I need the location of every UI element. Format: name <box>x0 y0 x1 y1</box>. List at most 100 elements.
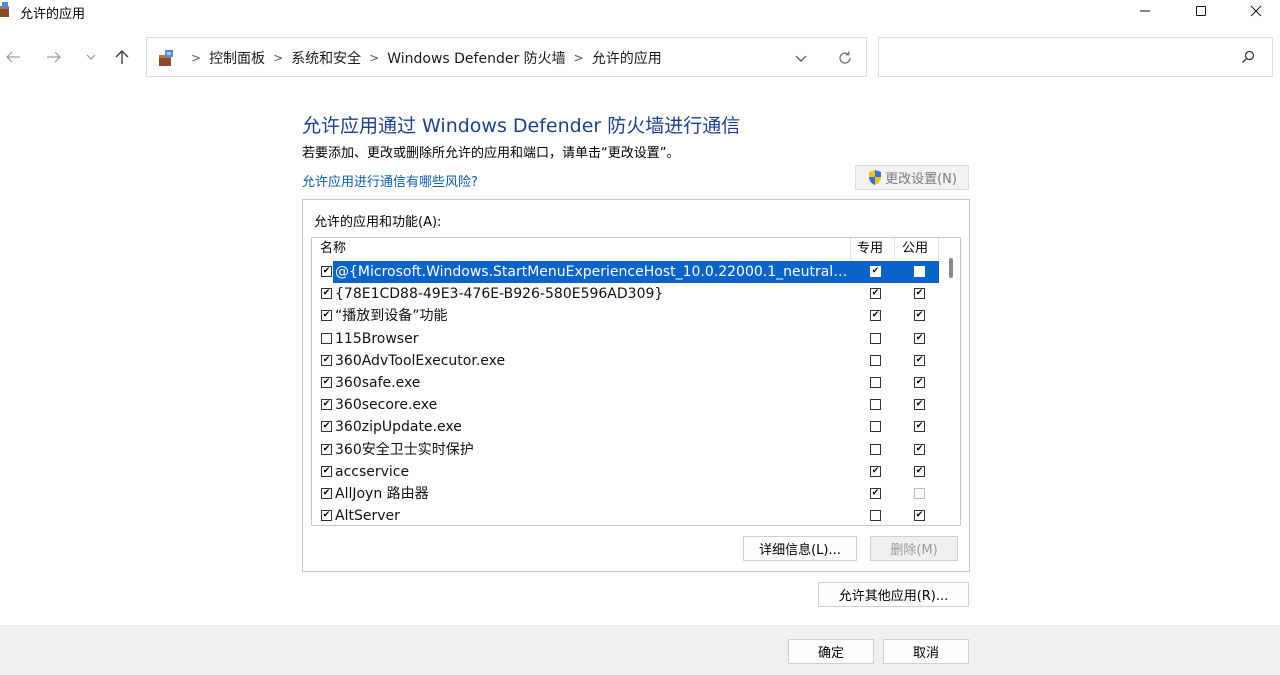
public-network-checkbox[interactable] <box>914 487 925 499</box>
breadcrumb-system-security[interactable]: 系统和安全 <box>291 48 361 68</box>
remove-button[interactable]: 删除(M) <box>870 536 958 561</box>
risk-info-link[interactable]: 允许应用进行通信有哪些风险? <box>302 171 478 190</box>
public-network-checkbox[interactable] <box>914 266 925 277</box>
private-network-checkbox[interactable] <box>870 399 881 411</box>
column-header-private[interactable]: 专用 <box>851 238 895 260</box>
app-name: “播放到设备”功能 <box>335 308 448 325</box>
search-input[interactable] <box>887 46 1227 68</box>
app-enabled-checkbox[interactable]: ✔ <box>321 310 332 322</box>
list-header: 名称 专用 公用 <box>312 238 952 260</box>
maximize-icon <box>1196 6 1206 16</box>
public-network-checkbox[interactable]: ✔ <box>914 354 925 366</box>
breadcrumb-control-panel[interactable]: 控制面板 <box>209 48 265 68</box>
app-name: 360safe.exe <box>335 374 421 391</box>
public-network-checkbox[interactable]: ✔ <box>914 310 925 322</box>
public-network-checkbox[interactable]: ✔ <box>914 443 925 455</box>
address-dropdown-button[interactable] <box>790 48 812 68</box>
list-item[interactable]: ✔ 360zipUpdate.exe ✔ <box>312 416 944 438</box>
private-network-checkbox[interactable]: ✔ <box>870 465 881 477</box>
private-network-checkbox[interactable] <box>870 354 881 366</box>
minimize-icon <box>1140 10 1150 12</box>
window-title: 允许的应用 <box>20 7 86 22</box>
list-item[interactable]: ✔ “播放到设备”功能 ✔ ✔ <box>312 305 944 327</box>
public-network-checkbox[interactable]: ✔ <box>914 421 925 433</box>
change-settings-button[interactable]: 更改设置(N) <box>855 165 969 190</box>
app-enabled-checkbox[interactable]: ✔ <box>321 510 332 522</box>
app-enabled-checkbox[interactable]: ✔ <box>321 487 332 499</box>
maximize-button[interactable] <box>1178 0 1224 22</box>
app-name: {78E1CD88-49E3-476E-B926-580E596AD309} <box>335 286 664 303</box>
app-enabled-checkbox[interactable]: ✔ <box>321 443 332 455</box>
breadcrumb-allowed-apps[interactable]: 允许的应用 <box>592 48 662 68</box>
chevron-down-icon <box>795 55 807 62</box>
public-network-checkbox[interactable]: ✔ <box>914 332 925 344</box>
private-network-checkbox[interactable] <box>870 421 881 433</box>
app-enabled-checkbox[interactable]: ✔ <box>321 376 332 388</box>
app-enabled-checkbox[interactable]: ✔ <box>321 465 332 477</box>
close-button[interactable] <box>1233 0 1279 22</box>
refresh-button[interactable] <box>834 48 856 68</box>
public-network-checkbox[interactable]: ✔ <box>914 510 925 522</box>
breadcrumb-separator-icon[interactable]: > <box>574 51 584 65</box>
private-network-checkbox[interactable] <box>870 443 881 455</box>
private-network-checkbox[interactable]: ✔ <box>870 288 881 300</box>
allowed-apps-window: 允许的应用 > 控制面板 > 系统和安全 > Windows Defender … <box>0 0 1280 675</box>
allowed-apps-label: 允许的应用和功能(A): <box>314 215 442 230</box>
cancel-button[interactable]: 取消 <box>883 639 969 664</box>
list-item[interactable]: ✔ 360secore.exe ✔ <box>312 394 944 416</box>
app-enabled-checkbox[interactable] <box>321 332 332 344</box>
app-name: 360AdvToolExecutor.exe <box>335 352 506 369</box>
list-item[interactable]: ✔ accservice ✔ ✔ <box>312 461 944 483</box>
minimize-button[interactable] <box>1122 0 1168 22</box>
public-network-checkbox[interactable]: ✔ <box>914 399 925 411</box>
list-item[interactable]: ✔ 360safe.exe ✔ <box>312 372 944 394</box>
search-box[interactable] <box>878 37 1273 77</box>
app-enabled-checkbox[interactable]: ✔ <box>321 421 332 433</box>
dialog-footer: 确定 取消 <box>0 625 1280 675</box>
public-network-checkbox[interactable]: ✔ <box>914 376 925 388</box>
ok-button[interactable]: 确定 <box>788 639 874 664</box>
list-item[interactable]: ✔ AllJoyn 路由器 ✔ <box>312 483 944 505</box>
list-item[interactable]: ✔ AltServer ✔ <box>312 505 944 525</box>
private-network-checkbox[interactable]: ✔ <box>870 310 881 322</box>
close-icon <box>1250 5 1262 17</box>
list-item[interactable]: 115Browser ✔ <box>312 328 944 350</box>
public-network-checkbox[interactable]: ✔ <box>914 288 925 300</box>
app-enabled-checkbox[interactable]: ✔ <box>321 266 332 277</box>
public-network-checkbox[interactable]: ✔ <box>914 465 925 477</box>
refresh-icon <box>839 51 851 64</box>
column-header-public[interactable]: 公用 <box>895 238 939 260</box>
selection-highlight <box>851 261 939 283</box>
address-bar[interactable]: > 控制面板 > 系统和安全 > Windows Defender 防火墙 > … <box>146 37 867 77</box>
scrollbar-thumb[interactable] <box>949 258 953 278</box>
list-item[interactable]: ✔ 360安全卫士实时保护 ✔ <box>312 439 944 461</box>
list-item[interactable]: ✔ 360AdvToolExecutor.exe ✔ <box>312 350 944 372</box>
breadcrumb-firewall[interactable]: Windows Defender 防火墙 <box>387 48 565 68</box>
list-item[interactable]: ✔ @{Microsoft.Windows.StartMenuExperience… <box>312 261 944 283</box>
up-button[interactable] <box>111 44 133 70</box>
column-header-name[interactable]: 名称 <box>312 238 851 260</box>
recent-locations-button[interactable] <box>80 44 102 70</box>
private-network-checkbox[interactable] <box>870 510 881 522</box>
details-button[interactable]: 详细信息(L)... <box>743 536 857 561</box>
private-network-checkbox[interactable]: ✔ <box>870 487 881 499</box>
private-network-checkbox[interactable]: ✔ <box>870 266 881 277</box>
arrow-left-icon <box>6 51 20 63</box>
forward-button[interactable] <box>43 44 65 70</box>
private-network-checkbox[interactable] <box>870 332 881 344</box>
allow-another-app-button[interactable]: 允许其他应用(R)... <box>818 582 969 607</box>
app-enabled-checkbox[interactable]: ✔ <box>321 354 332 366</box>
breadcrumb-separator-icon[interactable]: > <box>369 51 379 65</box>
vertical-scrollbar[interactable] <box>944 238 960 525</box>
app-name: AltServer <box>335 508 400 525</box>
list-item[interactable]: ✔ {78E1CD88-49E3-476E-B926-580E596AD309} ✔… <box>312 283 944 305</box>
breadcrumb: > 控制面板 > 系统和安全 > Windows Defender 防火墙 > … <box>183 48 662 68</box>
apps-list[interactable]: 名称 专用 公用 ✔ @{Microsoft.Windows.StartMenuE… <box>311 237 961 526</box>
app-enabled-checkbox[interactable]: ✔ <box>321 288 332 300</box>
app-enabled-checkbox[interactable]: ✔ <box>321 399 332 411</box>
breadcrumb-separator-icon[interactable]: > <box>273 51 283 65</box>
private-network-checkbox[interactable] <box>870 376 881 388</box>
back-button[interactable] <box>2 44 24 70</box>
app-name: accservice <box>335 463 410 480</box>
change-settings-label: 更改设置(N) <box>885 172 957 187</box>
